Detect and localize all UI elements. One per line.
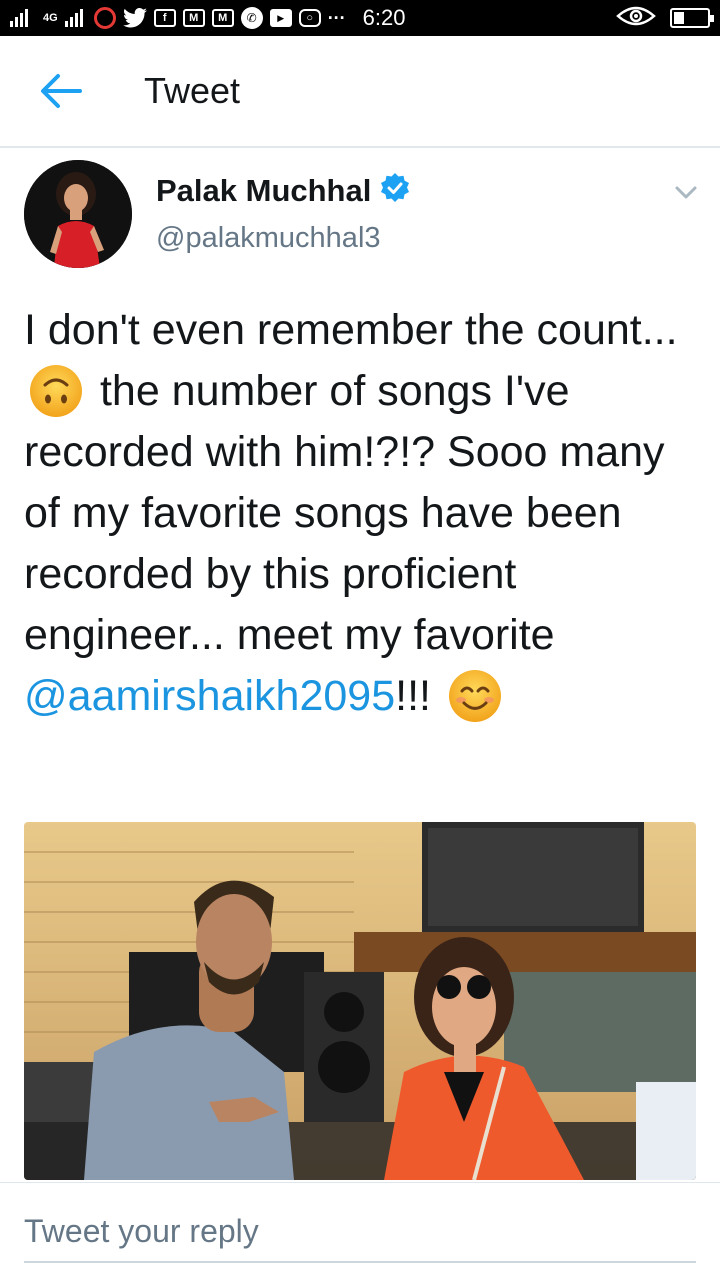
verified-badge-icon [379,172,411,209]
notification-icons: 4G f M M ✆ ▶ ○ ··· 6:20 [10,5,406,31]
facebook-icon: f [153,9,176,27]
app-bar: Tweet [0,36,720,148]
reply-bar [0,1182,720,1280]
tweet-text-part-1: I don't even remember the count... [24,306,678,354]
avatar-image [24,160,132,268]
reply-input[interactable] [24,1201,696,1263]
phone-icon: ✆ [240,7,263,29]
author-name-row: Palak Muchhal [156,172,411,209]
instagram-icon: ○ [298,9,321,27]
chevron-down-icon [675,186,697,199]
gmail-icon: M [182,9,205,27]
youtube-icon: ▶ [269,9,292,27]
battery-level [674,12,684,24]
signal-icon [10,9,36,27]
status-bar: 4G f M M ✆ ▶ ○ ··· 6:20 [0,0,720,36]
upside-down-face-emoji [28,363,84,419]
mention-link[interactable]: @aamirshaikh2095 [24,672,395,720]
studio-photo-image [24,822,696,1180]
page-title: Tweet [144,70,241,111]
tweet-text-part-2: the number of songs I've recorded with h… [24,367,665,659]
eye-icon [616,6,656,31]
signal-icon-2 [64,9,87,27]
avatar[interactable] [24,160,132,268]
tweet-photo[interactable] [24,822,696,1180]
tweet-menu-button[interactable] [668,174,704,210]
network-type-label: 4G [43,12,58,24]
author-name[interactable]: Palak Muchhal [156,173,371,209]
back-button[interactable] [0,35,120,147]
twitter-icon [122,8,147,28]
more-dots-icon: ··· [327,7,346,28]
back-arrow-icon [41,74,82,108]
battery-icon [670,8,714,28]
vodafone-icon [93,7,116,29]
status-time: 6:20 [362,5,406,30]
gmail-icon-2: M [211,9,234,27]
tweet-text: I don't even remember the count... the n… [24,300,704,727]
smiling-face-emoji [447,668,503,724]
author-handle[interactable]: @palakmuchhal3 [156,222,381,255]
tweet-text-part-3: !!! [395,672,431,720]
